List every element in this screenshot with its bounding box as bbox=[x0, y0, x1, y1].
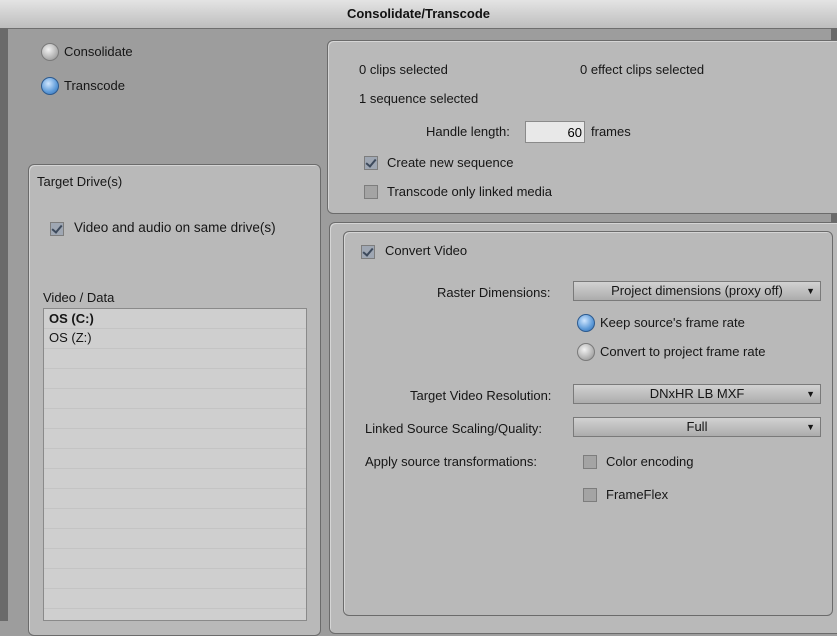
transcode-radio[interactable] bbox=[41, 77, 59, 95]
handle-frames-unit: frames bbox=[591, 124, 631, 139]
scaling-quality-dropdown[interactable]: Full ▼ bbox=[573, 417, 821, 437]
effect-clips-selected-text: 0 effect clips selected bbox=[580, 62, 705, 77]
frameflex-label: FrameFlex bbox=[606, 487, 669, 502]
target-resolution-label: Target Video Resolution: bbox=[410, 388, 552, 403]
chevron-down-icon: ▼ bbox=[806, 389, 815, 399]
consolidate-radio[interactable] bbox=[41, 43, 59, 61]
convert-frame-rate-radio[interactable] bbox=[577, 343, 595, 361]
transcode-linked-checkbox[interactable] bbox=[364, 185, 378, 199]
video-data-header: Video / Data bbox=[43, 290, 115, 305]
keep-frame-rate-label: Keep source's frame rate bbox=[600, 315, 745, 330]
apply-transformations-label: Apply source transformations: bbox=[365, 454, 537, 469]
scaling-quality-label: Linked Source Scaling/Quality: bbox=[365, 421, 543, 436]
chevron-down-icon: ▼ bbox=[806, 286, 815, 296]
convert-video-label: Convert Video bbox=[385, 243, 468, 258]
chevron-down-icon: ▼ bbox=[806, 422, 815, 432]
scaling-quality-value: Full bbox=[686, 419, 708, 434]
create-new-sequence-label: Create new sequence bbox=[387, 155, 514, 170]
transcode-linked-label: Transcode only linked media bbox=[387, 184, 552, 199]
same-drive-label: Video and audio on same drive(s) bbox=[74, 220, 276, 235]
raster-dimensions-value: Project dimensions (proxy off) bbox=[611, 283, 783, 298]
same-drive-checkbox[interactable] bbox=[50, 222, 64, 236]
convert-video-checkbox[interactable] bbox=[361, 245, 375, 259]
transcode-label: Transcode bbox=[64, 78, 125, 93]
handle-length-label: Handle length: bbox=[426, 124, 510, 139]
convert-frame-rate-label: Convert to project frame rate bbox=[600, 344, 766, 359]
frameflex-checkbox[interactable] bbox=[583, 488, 597, 502]
drive-item-c[interactable]: OS (C:) bbox=[44, 309, 306, 328]
raster-dimensions-dropdown[interactable]: Project dimensions (proxy off) ▼ bbox=[573, 281, 821, 301]
drive-list[interactable]: OS (C:) OS (Z:) bbox=[43, 308, 307, 621]
color-encoding-label: Color encoding bbox=[606, 454, 694, 469]
window-frame-left bbox=[0, 28, 8, 621]
target-resolution-value: DNxHR LB MXF bbox=[649, 386, 745, 401]
create-new-sequence-checkbox[interactable] bbox=[364, 156, 378, 170]
target-drives-title: Target Drive(s) bbox=[37, 174, 123, 189]
window-title: Consolidate/Transcode bbox=[0, 0, 837, 29]
keep-frame-rate-radio[interactable] bbox=[577, 314, 595, 332]
consolidate-label: Consolidate bbox=[64, 44, 133, 59]
clips-selected-text: 0 clips selected bbox=[359, 62, 448, 77]
target-resolution-dropdown[interactable]: DNxHR LB MXF ▼ bbox=[573, 384, 821, 404]
drive-item-z[interactable]: OS (Z:) bbox=[44, 328, 306, 347]
sequence-selected-text: 1 sequence selected bbox=[359, 91, 479, 106]
color-encoding-checkbox[interactable] bbox=[583, 455, 597, 469]
raster-dimensions-label: Raster Dimensions: bbox=[437, 285, 551, 300]
handle-length-input[interactable] bbox=[525, 121, 585, 143]
